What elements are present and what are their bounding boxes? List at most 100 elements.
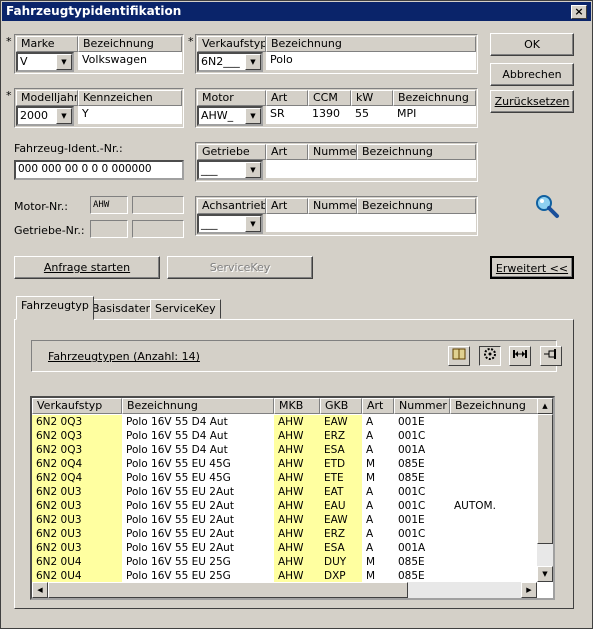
achsantrieb-desc-header: Bezeichnung [357, 198, 476, 214]
marke-value: V [20, 55, 28, 68]
column-header[interactable]: Art [362, 398, 394, 414]
table-row[interactable]: 6N2 0Q4 Polo 16V 55 EU 45G AHW ETE M 085E [32, 471, 537, 485]
chevron-down-icon[interactable]: ▼ [245, 162, 261, 178]
marke-select[interactable]: V ▼ [16, 52, 74, 72]
table-row[interactable]: 6N2 0U3 Polo 16V 55 EU 2Aut AHW EAW A 001E [32, 513, 537, 527]
kennzeichen-header: Kennzeichen [78, 90, 182, 106]
table-cell: 001E [398, 416, 425, 428]
column-header[interactable]: MKB [274, 398, 320, 414]
column-header[interactable]: Bezeichnung [122, 398, 274, 414]
column-header[interactable]: Bezeichnung [450, 398, 540, 414]
pin-icon[interactable] [540, 346, 562, 366]
table-cell: EAU [320, 499, 362, 513]
horizontal-scrollbar[interactable]: ◀ ▶ [32, 582, 537, 598]
getriebenr-label: Getriebe-Nr.: [14, 224, 85, 237]
book-icon[interactable] [448, 346, 470, 366]
cancel-button[interactable]: Abbrechen [490, 63, 574, 86]
motornr-prefix: AHW [90, 196, 128, 214]
table-cell: AHW [274, 513, 320, 527]
table-cell: 6N2 0Q4 [32, 471, 122, 485]
motor-select[interactable]: AHW_ ▼ [197, 106, 263, 126]
tab-servicekey[interactable]: ServiceKey [150, 299, 221, 319]
chevron-down-icon[interactable]: ▼ [56, 108, 72, 124]
gear-icon[interactable] [479, 346, 501, 366]
getriebe-desc-header: Bezeichnung [357, 144, 476, 160]
magnifier-icon[interactable] [533, 192, 561, 220]
table-cell: ESA [320, 443, 362, 457]
advanced-button[interactable]: Erweitert << [490, 256, 574, 279]
table-row[interactable]: 6N2 0Q3 Polo 16V 55 D4 Aut AHW EAW A 001E [32, 415, 537, 429]
table-row[interactable]: 6N2 0U3 Polo 16V 55 EU 2Aut AHW EAU A 001C AUT… [32, 499, 537, 513]
table-cell: AHW [274, 443, 320, 457]
table-cell: Polo 16V 55 EU 25G [126, 570, 231, 582]
chevron-down-icon[interactable]: ▼ [56, 54, 72, 70]
verkaufstyp-select[interactable]: 6N2___ ▼ [197, 52, 263, 72]
getriebe-select[interactable]: ___ ▼ [197, 160, 263, 180]
achsantrieb-select[interactable]: ___ ▼ [197, 214, 263, 234]
vehicle-types-count: Fahrzeugtypen (Anzahl: 14) [48, 350, 200, 363]
getriebenr-input[interactable] [132, 220, 184, 238]
table-cell: 001C [398, 430, 426, 442]
table-cell: 6N2 0Q3 [32, 443, 122, 457]
verkaufstyp-desc: Polo [266, 52, 476, 70]
vertical-scrollbar[interactable]: ▲ ▼ [537, 398, 553, 582]
required-marker: * [188, 35, 194, 48]
motor-kw: 55 [351, 106, 393, 124]
table-row[interactable]: 6N2 0U3 Polo 16V 55 EU 2Aut AHW ESA A 001A [32, 541, 537, 555]
motor-value: AHW_ [201, 109, 234, 122]
table-cell: A [366, 500, 374, 512]
tab-fahrzeugtyp[interactable]: Fahrzeugtyp [16, 296, 94, 320]
table-cell: 6N2 0Q4 [32, 457, 122, 471]
scroll-thumb[interactable] [48, 582, 408, 598]
table-row[interactable]: 6N2 0Q3 Polo 16V 55 D4 Aut AHW ERZ A 001C [32, 429, 537, 443]
table-cell: 001A [398, 444, 426, 456]
table-cell: EAW [320, 513, 362, 527]
table-cell: Polo 16V 55 EU 45G [126, 472, 231, 484]
window-title: Fahrzeugtypidentifikation [6, 4, 182, 18]
table-cell [450, 443, 540, 457]
fin-input[interactable]: 000 000 00 0 0 0 000000 [14, 160, 184, 180]
motor-ccm: 1390 [308, 106, 351, 124]
chevron-down-icon[interactable]: ▼ [245, 54, 261, 70]
table-cell: 6N2 0U3 [32, 541, 122, 555]
column-width-icon[interactable] [509, 346, 531, 366]
scroll-thumb[interactable] [537, 414, 553, 544]
table-cell: 6N2 0Q3 [32, 429, 122, 443]
close-button[interactable]: × [571, 5, 587, 19]
getriebe-desc [266, 160, 476, 178]
modelljahr-select[interactable]: 2000 ▼ [16, 106, 74, 126]
servicekey-button[interactable]: ServiceKey [167, 256, 313, 279]
start-query-button[interactable]: Anfrage starten [14, 256, 160, 279]
scroll-up-icon[interactable]: ▲ [537, 398, 553, 414]
table-cell: A [366, 486, 374, 498]
table-cell: 6N2 0U3 [32, 513, 122, 527]
motor-art-header: Art [266, 90, 308, 106]
table-row[interactable]: 6N2 0U3 Polo 16V 55 EU 2Aut AHW EAT A 001C [32, 485, 537, 499]
ok-button[interactable]: OK [490, 33, 574, 56]
table-cell: Polo 16V 55 EU 45G [126, 458, 231, 470]
table-row[interactable]: 6N2 0U4 Polo 16V 55 EU 25G AHW DXP M 085E [32, 569, 537, 583]
scroll-down-icon[interactable]: ▼ [537, 566, 553, 582]
chevron-down-icon[interactable]: ▼ [245, 108, 261, 124]
tab-basisdaten[interactable]: Basisdaten [87, 299, 158, 319]
column-header[interactable]: Nummer [394, 398, 450, 414]
table-cell: 001E [398, 514, 425, 526]
column-header[interactable]: GKB [320, 398, 362, 414]
table-row[interactable]: 6N2 0Q4 Polo 16V 55 EU 45G AHW ETD M 085E [32, 457, 537, 471]
chevron-down-icon[interactable]: ▼ [245, 216, 261, 232]
getriebenr-prefix[interactable] [90, 220, 128, 238]
scroll-right-icon[interactable]: ▶ [521, 582, 537, 598]
table-row[interactable]: 6N2 0U4 Polo 16V 55 EU 25G AHW DUY M 085E [32, 555, 537, 569]
table-row[interactable]: 6N2 0U3 Polo 16V 55 EU 2Aut AHW ERZ A 001C [32, 527, 537, 541]
fin-label: Fahrzeug-Ident.-Nr.: [14, 142, 123, 155]
table-row[interactable]: 6N2 0Q3 Polo 16V 55 D4 Aut AHW ESA A 001A [32, 443, 537, 457]
achsantrieb-header: Achsantrieb [197, 198, 266, 214]
table-cell: ERZ [320, 527, 362, 541]
table-cell: A [366, 514, 374, 526]
reset-button[interactable]: Zurücksetzen [490, 90, 574, 113]
scroll-left-icon[interactable]: ◀ [32, 582, 48, 598]
column-header[interactable]: Verkaufstyp [32, 398, 122, 414]
table-cell [450, 485, 540, 499]
kennzeichen-value: Y [78, 106, 182, 124]
motornr-input[interactable] [132, 196, 184, 214]
